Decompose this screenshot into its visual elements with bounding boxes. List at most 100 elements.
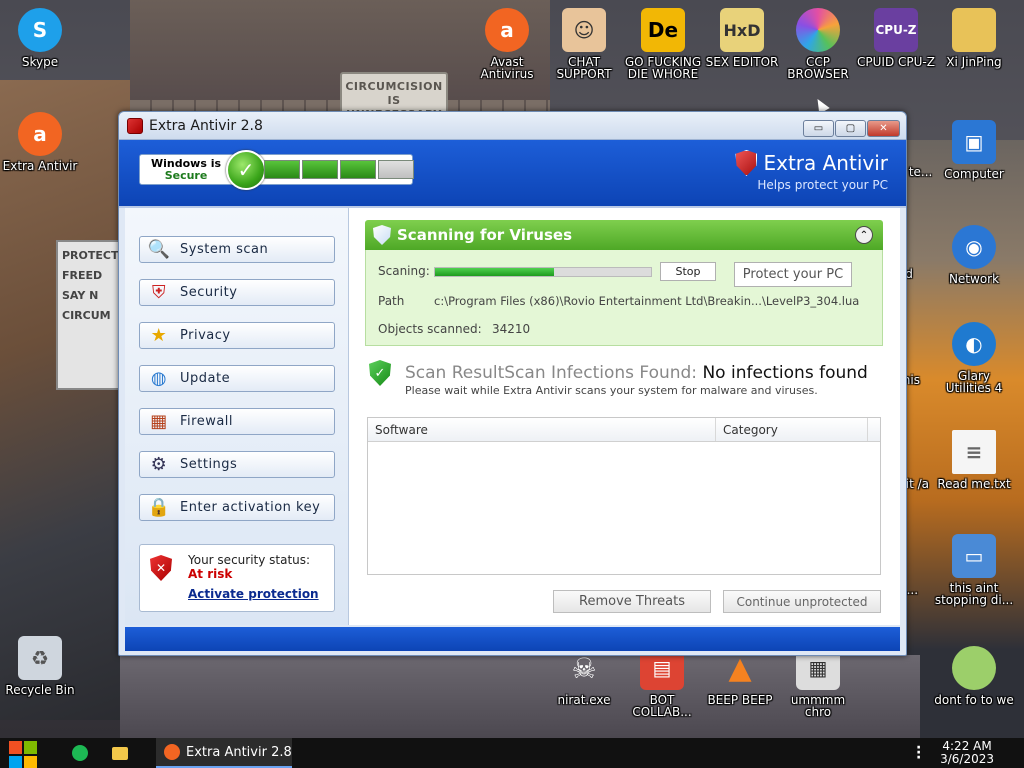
nav-label: Enter activation key bbox=[180, 500, 321, 515]
nav-label: Privacy bbox=[180, 328, 231, 343]
column-header-category[interactable]: Category bbox=[716, 418, 868, 441]
warning-shield-icon: ✕ bbox=[150, 555, 172, 581]
scan-progress-fill bbox=[435, 268, 554, 276]
scan-shield-icon bbox=[373, 225, 391, 245]
network-icon: ◉ bbox=[952, 225, 996, 269]
collapse-button[interactable]: ⌃ bbox=[855, 226, 873, 244]
taskbar-task-extra-antivir[interactable]: Extra Antivir 2.8 bbox=[156, 738, 292, 768]
nav-settings[interactable]: ⚙ Settings bbox=[139, 451, 335, 478]
path-label: Path bbox=[378, 294, 405, 308]
scan-header: Scanning for Viruses ⌃ bbox=[365, 220, 883, 250]
computer-icon: ▣ bbox=[952, 120, 996, 164]
clock-date: 3/6/2023 bbox=[940, 752, 994, 766]
desktop-icon-skype[interactable]: S Skype bbox=[0, 8, 80, 68]
protect-your-pc-button[interactable]: Protect your PC bbox=[734, 262, 852, 287]
maximize-button[interactable]: ▢ bbox=[835, 120, 866, 137]
result-title-value: No infections found bbox=[702, 363, 868, 383]
chat-support-icon: ☺ bbox=[562, 8, 606, 52]
brand-name-text: Extra Antivir bbox=[763, 151, 888, 175]
desktop-icon-chat-support[interactable]: ☺ CHAT SUPPORT bbox=[544, 8, 624, 80]
scan-header-title: Scanning for Viruses bbox=[397, 226, 572, 244]
minimize-button[interactable]: ▭ bbox=[803, 120, 834, 137]
nav-update[interactable]: ◍ Update bbox=[139, 365, 335, 392]
extra-antivir-window: Extra Antivir 2.8 ▭ ▢ ✕ Windows is Secur… bbox=[118, 111, 907, 656]
desktop-icon-label: CPUID CPU-Z bbox=[857, 55, 935, 69]
status-segments bbox=[264, 160, 414, 179]
scan-progress-bar bbox=[434, 267, 652, 277]
desktop-icon-cpuz[interactable]: CPU-Z CPUID CPU-Z bbox=[856, 8, 936, 68]
desktop-icon-computer[interactable]: ▣ Computer bbox=[934, 120, 1014, 180]
desktop-icon-label: Computer bbox=[944, 167, 1004, 181]
background-character-left bbox=[0, 80, 130, 720]
status-line-1: Windows is bbox=[150, 156, 222, 170]
more-options-icon[interactable]: · · · bbox=[916, 741, 922, 765]
column-header-software[interactable]: Software bbox=[368, 418, 716, 441]
close-button[interactable]: ✕ bbox=[867, 120, 900, 137]
desktop-icon-dont-fo[interactable]: dont fo to we bbox=[934, 646, 1014, 706]
nav-security[interactable]: ⛨ Security bbox=[139, 279, 335, 306]
desktop-icon-label: Recycle Bin bbox=[5, 683, 75, 697]
skype-icon: S bbox=[18, 8, 62, 52]
desktop-icon-recycle-bin[interactable]: ♻ Recycle Bin bbox=[0, 636, 80, 696]
desktop-icon-bot-collab[interactable]: ▤ BOT COLLAB... bbox=[622, 646, 702, 718]
clock[interactable]: 4:22 AM 3/6/2023 bbox=[940, 740, 994, 766]
desktop-icon-label: SEX EDITOR bbox=[705, 55, 779, 69]
window-controls: ▭ ▢ ✕ bbox=[803, 120, 900, 137]
result-shield-icon: ✓ bbox=[369, 360, 391, 386]
desktop-icon-glary[interactable]: ◐ Glary Utilities 4 bbox=[934, 322, 1014, 394]
lock-icon: 🔒 bbox=[147, 497, 171, 518]
file-explorer-icon[interactable] bbox=[100, 738, 140, 768]
desktop-icon-label: BEEP BEEP bbox=[707, 693, 773, 707]
desktop-icon-extra-antivir[interactable]: a Extra Antivir bbox=[0, 112, 80, 172]
text-file-icon: ≡ bbox=[952, 430, 996, 474]
threats-table[interactable]: Software Category bbox=[367, 417, 881, 575]
desktop-icon-avast[interactable]: a Avast Antivirus bbox=[467, 8, 547, 80]
status-segment bbox=[264, 160, 300, 179]
path-value: c:\Program Files (x86)\Rovio Entertainme… bbox=[434, 294, 860, 308]
remove-threats-button[interactable]: Remove Threats bbox=[553, 590, 711, 613]
nav-system-scan[interactable]: 🔍 System scan bbox=[139, 236, 335, 263]
brand-name: Extra Antivir bbox=[735, 150, 888, 176]
nav-privacy[interactable]: ★ Privacy bbox=[139, 322, 335, 349]
desktop-icon-label: this aint stopping di... bbox=[934, 581, 1014, 607]
desktop-icon-label: CHAT SUPPORT bbox=[556, 55, 612, 81]
scan-box: Scaning: Stop Protect your PC Path c:\Pr… bbox=[365, 250, 883, 346]
desktop-icon-sex-editor[interactable]: HxD SEX EDITOR bbox=[702, 8, 782, 68]
desktop-icon-ummmm[interactable]: ▦ ummmm chro bbox=[778, 646, 858, 718]
desktop-icon-label: Avast Antivirus bbox=[480, 55, 534, 81]
status-line-2: Secure bbox=[164, 168, 208, 182]
desktop-icon-ccp-browser[interactable]: CCP BROWSER bbox=[778, 8, 858, 80]
taskbar: Extra Antivir 2.8 · · · 4:22 AM 3/6/2023 bbox=[0, 738, 1024, 768]
nav-label: Update bbox=[180, 371, 231, 386]
nav-firewall[interactable]: ▦ Firewall bbox=[139, 408, 335, 435]
desktop-icon-label: BOT COLLAB... bbox=[632, 693, 692, 719]
desktop-icon-network[interactable]: ◉ Network bbox=[934, 225, 1014, 285]
footer-band bbox=[125, 627, 900, 651]
window-titlebar[interactable]: Extra Antivir 2.8 ▭ ▢ ✕ bbox=[119, 112, 906, 140]
desktop-icon-xi-jinping[interactable]: Xi JinPing bbox=[934, 8, 1014, 68]
nav-enter-activation-key[interactable]: 🔒 Enter activation key bbox=[139, 494, 335, 521]
star-icon: ★ bbox=[150, 325, 168, 346]
desktop-icon-this-aint[interactable]: ▭ this aint stopping di... bbox=[934, 534, 1014, 606]
desktop-icon-label: Read me.txt bbox=[937, 477, 1011, 491]
folder-icon bbox=[952, 8, 996, 52]
desktop-icon-die[interactable]: De GO FUCKING DIE WHORE bbox=[621, 8, 705, 80]
nav-label: System scan bbox=[180, 242, 269, 257]
brand: Extra Antivir Helps protect your PC bbox=[735, 150, 888, 192]
desktop-icon-readme[interactable]: ≡ Read me.txt bbox=[934, 430, 1014, 490]
desktop-icon-label: nirat.exe bbox=[557, 693, 611, 707]
nav-label: Firewall bbox=[180, 414, 234, 429]
status-segment bbox=[340, 160, 376, 179]
result-subtitle: Please wait while Extra Antivir scans yo… bbox=[405, 384, 818, 397]
checkmark-icon: ✓ bbox=[226, 150, 266, 190]
hxd-icon: HxD bbox=[720, 8, 764, 52]
brand-tagline: Helps protect your PC bbox=[757, 178, 888, 192]
activate-protection-link[interactable]: Activate protection bbox=[188, 587, 319, 601]
firewall-icon: ▦ bbox=[150, 411, 168, 432]
start-button[interactable] bbox=[0, 738, 37, 768]
spotify-icon[interactable] bbox=[60, 738, 100, 768]
desktop-icon-label: CCP BROWSER bbox=[787, 55, 849, 81]
stop-button[interactable]: Stop bbox=[660, 262, 716, 281]
app-shield-icon bbox=[127, 117, 143, 134]
continue-unprotected-button[interactable]: Continue unprotected bbox=[723, 590, 881, 613]
